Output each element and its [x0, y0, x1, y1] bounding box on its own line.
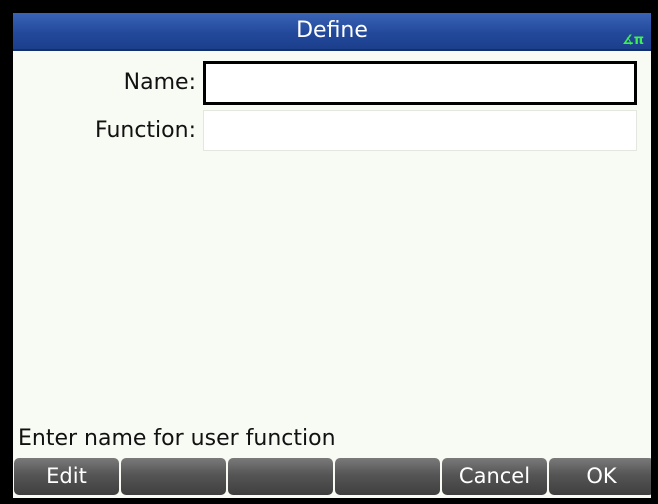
function-label: Function:: [95, 118, 196, 143]
cancel-softkey[interactable]: Cancel: [442, 458, 547, 495]
softkey-4[interactable]: [335, 458, 440, 495]
ok-softkey[interactable]: OK: [549, 458, 651, 495]
softkey-bar: Edit Cancel OK: [13, 458, 651, 498]
edit-softkey[interactable]: Edit: [14, 458, 119, 495]
softkey-3[interactable]: [228, 458, 333, 495]
define-dialog: Define ∡π Name: Function: Enter name for…: [13, 13, 651, 498]
angle-pi-icon: ∡π: [622, 33, 644, 48]
name-label: Name:: [123, 70, 196, 95]
softkey-2[interactable]: [121, 458, 226, 495]
title-bar: Define ∡π: [13, 13, 651, 51]
dialog-title: Define: [296, 18, 368, 43]
help-prompt: Enter name for user function: [18, 426, 336, 451]
function-field[interactable]: [203, 110, 637, 151]
name-field[interactable]: [203, 61, 637, 105]
calculator-screen: Define ∡π Name: Function: Enter name for…: [0, 0, 658, 504]
